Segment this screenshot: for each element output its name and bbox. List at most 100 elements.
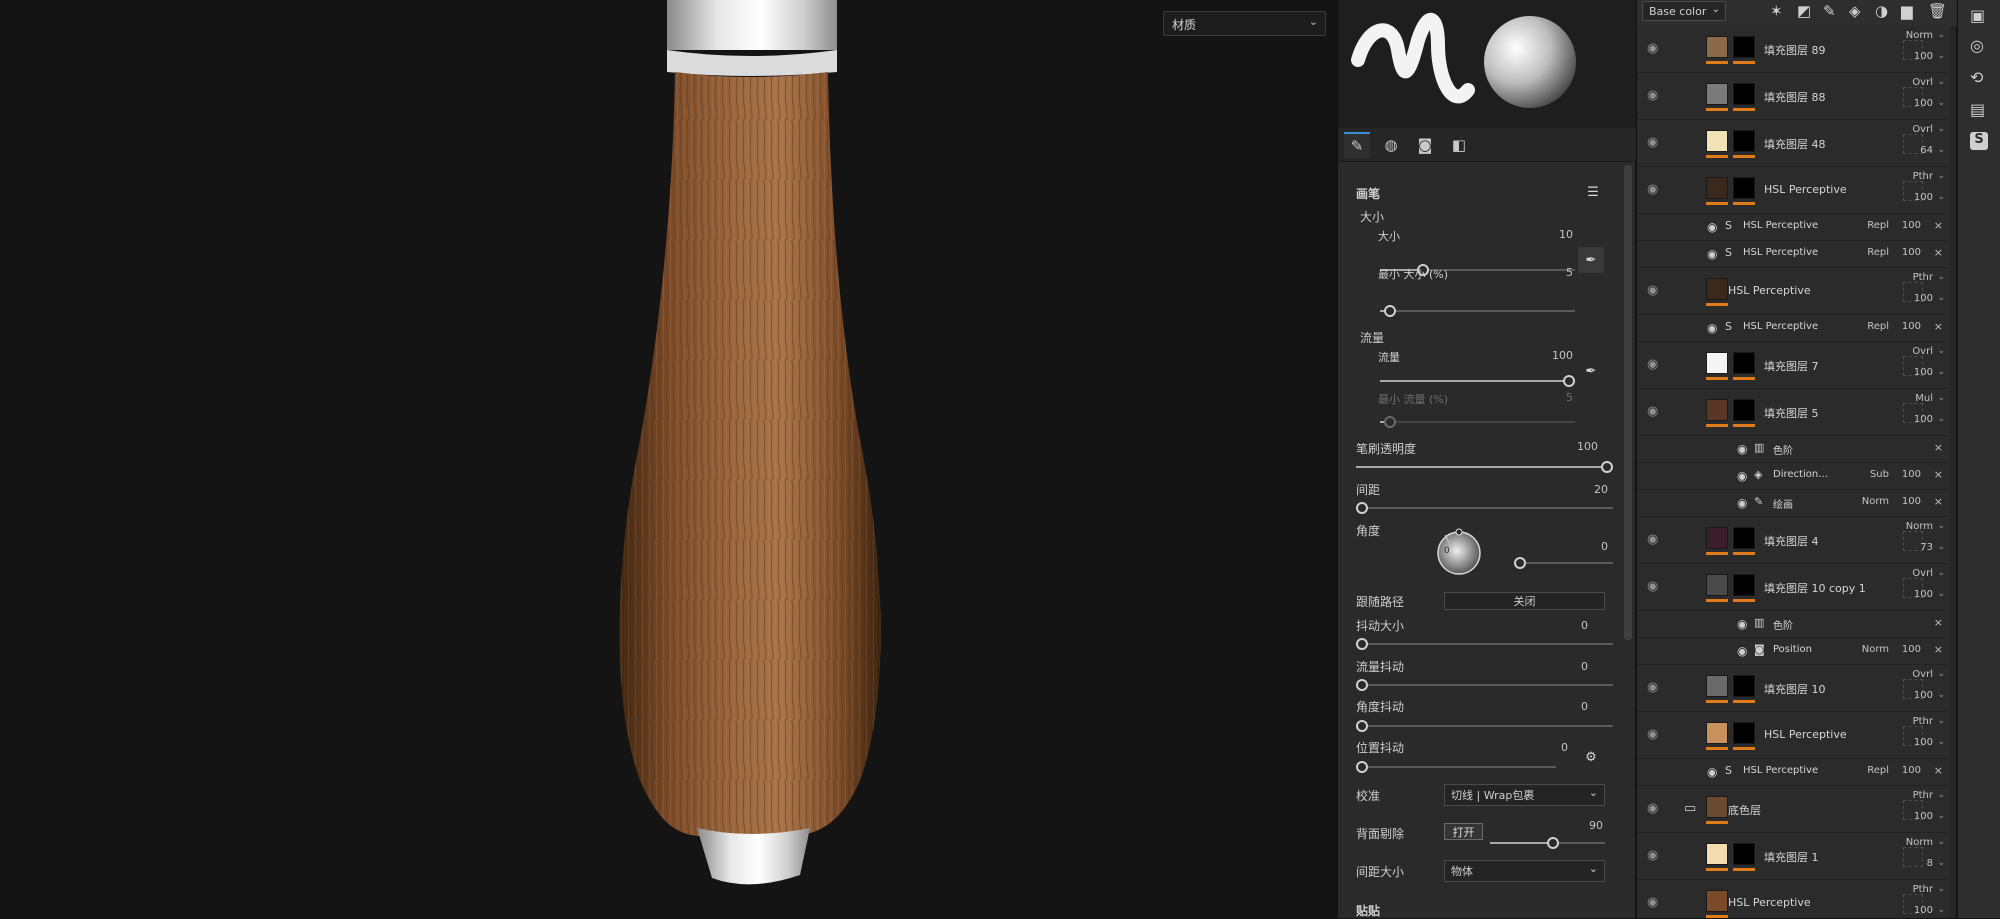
layer-row[interactable]: ◉ 填充图层 89 Norm ⌄ 100 ⌄ <box>1637 26 1949 73</box>
substance-icon[interactable]: S <box>1970 132 1988 150</box>
backface-toggle-button[interactable]: 打开 <box>1444 823 1483 840</box>
chevron-down-icon[interactable]: ⌄ <box>1937 346 1945 356</box>
layer-folder[interactable]: ◉ ▭ 底色层 Pthr ⌄ 100 ⌄ <box>1637 786 1949 833</box>
spacing-slider[interactable] <box>1356 502 1613 514</box>
filter-effect-row[interactable]: ◉ S HSL Perceptive Repl 100 × <box>1637 315 1949 342</box>
eye-icon[interactable]: ◉ <box>1647 532 1658 547</box>
eye-icon[interactable]: ◉ <box>1737 442 1747 456</box>
blend-mode[interactable]: Ovrl <box>1893 346 1933 357</box>
effect-blend-mode[interactable]: Repl <box>1867 220 1889 231</box>
mask-thumbnail[interactable] <box>1733 398 1755 421</box>
eye-icon[interactable]: ◉ <box>1647 579 1658 594</box>
filter-effect-row[interactable]: ◉ S HSL Perceptive Repl 100 × <box>1637 759 1949 786</box>
blend-mode[interactable]: Ovrl <box>1893 124 1933 135</box>
mask-thumbnail[interactable] <box>1733 82 1755 105</box>
effect-blend-mode[interactable]: Sub <box>1870 469 1889 480</box>
mask-thumbnail[interactable] <box>1733 674 1755 697</box>
angle-jitter-slider[interactable] <box>1356 720 1613 732</box>
layer-row[interactable]: ◉ 填充图层 10 Ovrl ⌄ 100 ⌄ <box>1637 665 1949 712</box>
layer-opacity[interactable]: 8 <box>1893 858 1933 869</box>
viewport-settings-icon[interactable]: ▣ <box>1970 6 1985 25</box>
mask-thumbnail[interactable] <box>1733 351 1755 374</box>
chevron-down-icon[interactable]: ⌄ <box>1937 589 1945 599</box>
channel-select[interactable]: Base color ⌄ <box>1642 1 1726 21</box>
chevron-down-icon[interactable]: ⌄ <box>1937 690 1945 700</box>
layer-scrollbar[interactable] <box>1950 26 1956 918</box>
eye-icon[interactable]: ◉ <box>1707 247 1717 261</box>
chevron-down-icon[interactable]: ⌄ <box>1937 716 1945 726</box>
layer-row[interactable]: ◉ 填充图层 5 Mul ⌄ 100 ⌄ <box>1637 389 1949 436</box>
effect-opacity[interactable]: 100 <box>1902 496 1921 507</box>
filter-effect-row[interactable]: ◉ S HSL Perceptive Repl 100 × <box>1637 214 1949 241</box>
add-mask-icon[interactable]: ◩ <box>1797 2 1811 20</box>
stencil-tab[interactable]: ◙ <box>1412 132 1438 158</box>
blend-mode[interactable]: Norm <box>1893 521 1933 532</box>
add-fill-layer-icon[interactable]: ◈ <box>1849 2 1861 20</box>
eye-icon[interactable]: ◉ <box>1737 496 1747 510</box>
chevron-down-icon[interactable]: ⌄ <box>1937 393 1945 403</box>
eye-icon[interactable]: ◉ <box>1707 321 1717 335</box>
chevron-down-icon[interactable]: ⌄ <box>1937 51 1945 61</box>
eye-icon[interactable]: ◉ <box>1647 357 1658 372</box>
pen-pressure-flow-icon[interactable]: ✒ <box>1578 358 1604 384</box>
min-size-slider-knob[interactable] <box>1384 305 1396 317</box>
menu-icon[interactable]: ☰ <box>1580 179 1606 205</box>
chevron-down-icon[interactable]: ⌄ <box>1937 884 1945 894</box>
close-icon[interactable]: × <box>1934 764 1943 777</box>
viewport-3d[interactable]: 材质 ⌄ <box>0 0 1337 918</box>
mask-effect-row[interactable]: ◉ ▥ 色阶 × <box>1637 436 1949 463</box>
add-effect-icon[interactable]: ✶ <box>1770 2 1783 20</box>
effect-blend-mode[interactable]: Repl <box>1867 247 1889 258</box>
layer-row[interactable]: ◉ 填充图层 88 Ovrl ⌄ 100 ⌄ <box>1637 73 1949 120</box>
chevron-down-icon[interactable]: ⌄ <box>1937 737 1945 747</box>
chevron-down-icon[interactable]: ⌄ <box>1937 272 1945 282</box>
chevron-down-icon[interactable]: ⌄ <box>1937 414 1945 424</box>
eye-icon[interactable]: ◉ <box>1707 220 1717 234</box>
eye-icon[interactable]: ◉ <box>1647 727 1658 742</box>
chevron-down-icon[interactable]: ⌄ <box>1937 98 1945 108</box>
trash-icon[interactable]: 🗑 <box>1928 2 1947 20</box>
close-icon[interactable]: × <box>1934 468 1943 481</box>
opacity-slider-knob[interactable] <box>1601 461 1613 473</box>
mask-effect-row[interactable]: ◉ ✎ 绘画 Norm 100 × <box>1637 490 1949 517</box>
chevron-down-icon[interactable]: ⌄ <box>1937 145 1945 155</box>
layer-opacity[interactable]: 64 <box>1893 145 1933 156</box>
chevron-down-icon[interactable]: ⌄ <box>1937 568 1945 578</box>
gear-icon[interactable]: ⚙ <box>1578 744 1604 770</box>
backface-slider-knob[interactable] <box>1547 837 1559 849</box>
layer-opacity[interactable]: 100 <box>1893 51 1933 62</box>
mask-effect-row[interactable]: ◉ ◙ Position Norm 100 × <box>1637 638 1949 665</box>
effect-blend-mode[interactable]: Repl <box>1867 765 1889 776</box>
layer-row[interactable]: ◉ 填充图层 48 Ovrl ⌄ 64 ⌄ <box>1637 120 1949 167</box>
add-mask-color-icon[interactable]: ◑ <box>1875 2 1888 20</box>
layer-opacity[interactable]: 100 <box>1893 589 1933 600</box>
properties-scrollbar[interactable] <box>1624 165 1632 640</box>
effect-opacity[interactable]: 100 <box>1902 247 1921 258</box>
close-icon[interactable]: × <box>1934 441 1943 454</box>
flow-jitter-knob[interactable] <box>1356 679 1368 691</box>
alignment-select[interactable]: 切线 | Wrap包裹 ⌄ <box>1444 784 1605 806</box>
add-folder-icon[interactable]: ▆ <box>1901 2 1913 20</box>
layer-opacity[interactable]: 100 <box>1893 192 1933 203</box>
opacity-slider[interactable] <box>1356 461 1613 473</box>
layer-opacity[interactable]: 100 <box>1893 690 1933 701</box>
blend-mode[interactable]: Pthr <box>1893 790 1933 801</box>
layer-opacity[interactable]: 100 <box>1893 811 1933 822</box>
blend-mode[interactable]: Ovrl <box>1893 669 1933 680</box>
layer-opacity[interactable]: 73 <box>1893 542 1933 553</box>
mask-thumbnail[interactable] <box>1733 721 1755 744</box>
material-tab[interactable]: ◧ <box>1446 132 1472 158</box>
eye-icon[interactable]: ◉ <box>1647 801 1658 816</box>
min-size-slider[interactable] <box>1380 305 1575 317</box>
eye-icon[interactable]: ◉ <box>1647 680 1658 695</box>
mask-thumbnail[interactable] <box>1733 176 1755 199</box>
blend-mode[interactable]: Pthr <box>1893 171 1933 182</box>
wood-handle-model[interactable] <box>0 0 1337 918</box>
position-jitter-slider[interactable] <box>1356 761 1556 773</box>
filter-effect-row[interactable]: ◉ S HSL Perceptive Repl 100 × <box>1637 241 1949 268</box>
blend-mode[interactable]: Ovrl <box>1893 568 1933 579</box>
close-icon[interactable]: × <box>1934 320 1943 333</box>
chevron-down-icon[interactable]: ⌄ <box>1937 171 1945 181</box>
flow-slider[interactable] <box>1380 375 1575 387</box>
eye-icon[interactable]: ◉ <box>1647 895 1658 910</box>
